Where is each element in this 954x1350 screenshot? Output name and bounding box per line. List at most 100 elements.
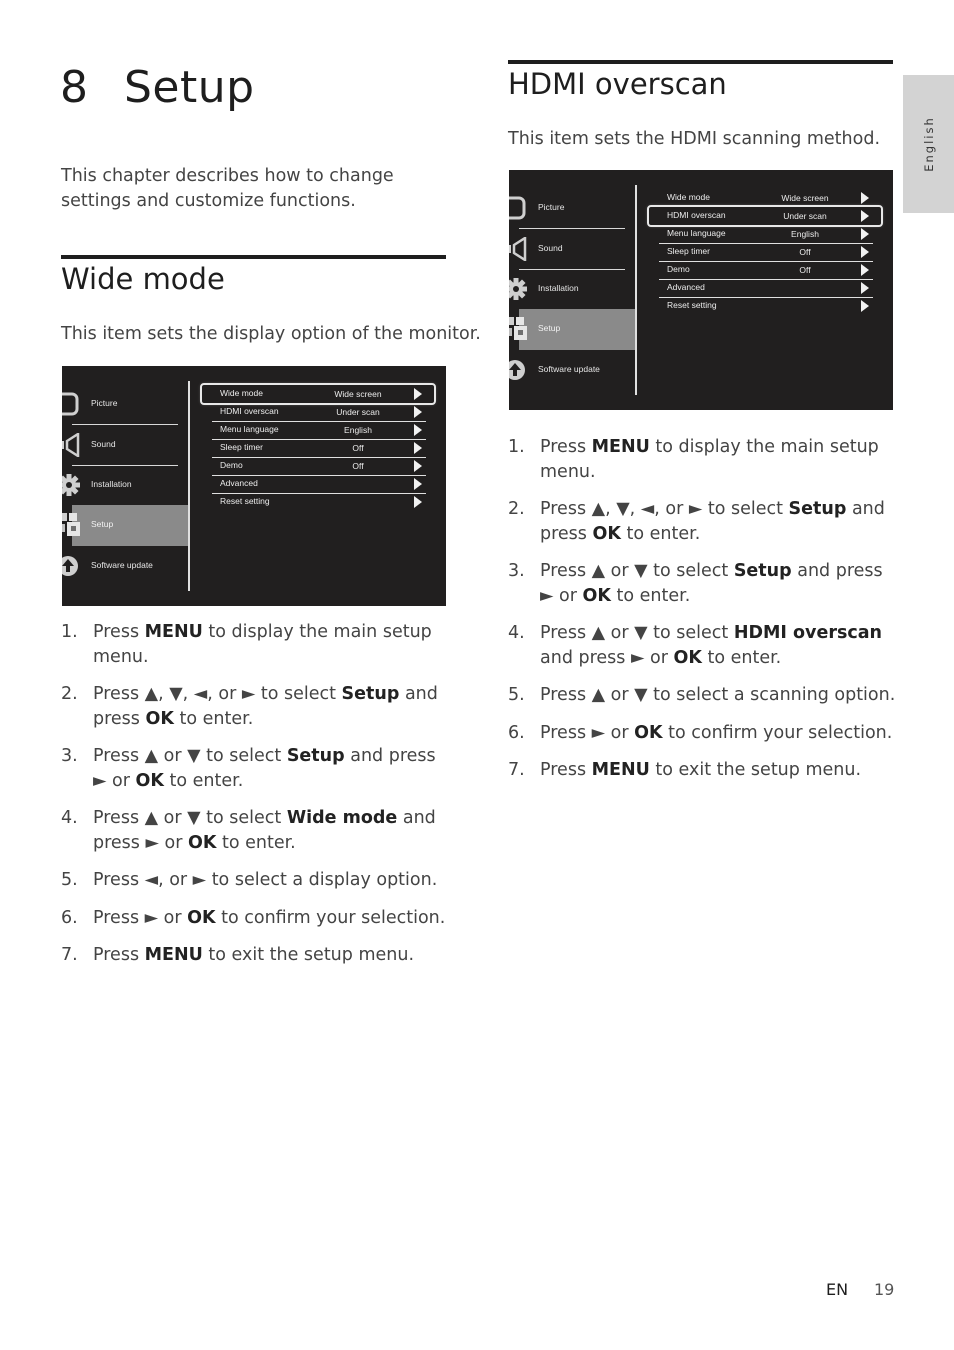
- osd-setting-value: English: [344, 425, 372, 435]
- osd-setting-wide-mode: Wide mode Wide screen: [200, 383, 436, 405]
- step-item: 2. Press ▲, ▼, ◄, or ► to select Setup an…: [508, 499, 885, 544]
- step-number: 5.: [508, 685, 525, 705]
- step-number: 1.: [61, 622, 78, 642]
- section-description-hdmi-overscan: This item sets the HDMI scanning method.: [508, 129, 881, 149]
- speaker-icon: [62, 431, 81, 459]
- osd-setting-wide-mode: Wide mode Wide screen: [659, 189, 873, 207]
- osd-setting-hdmi-overscan: HDMI overscan Under scan: [647, 205, 883, 227]
- step-keyword: OK: [634, 722, 663, 743]
- step-number: 1.: [508, 437, 525, 457]
- osd-setting-name: Advanced: [220, 478, 258, 488]
- step-item: 7. Press MENU to exit the setup menu.: [508, 758, 898, 783]
- step-number: 3.: [508, 561, 525, 581]
- osd-setting-advanced: Advanced: [212, 475, 426, 494]
- osd-setting-name: Sleep timer: [667, 246, 710, 256]
- step-item: 7. Press MENU to exit the setup menu.: [61, 943, 451, 968]
- step-number: 5.: [61, 870, 78, 890]
- osd-setting-name: Demo: [220, 460, 243, 470]
- section-description-wide-mode: This item sets the display option of the…: [61, 324, 481, 344]
- step-number: 4.: [61, 808, 78, 828]
- step-number: 6.: [508, 722, 525, 743]
- step-keyword: MENU: [144, 622, 203, 642]
- osd-category-setup: Setup: [72, 505, 190, 546]
- osd-setting-demo: Demo Off: [212, 457, 426, 476]
- step-number: 7.: [508, 760, 525, 780]
- steps-list-wide-mode: 1. Press MENU to display the main setup m…: [61, 620, 451, 981]
- osd-category-picture: Picture: [62, 384, 190, 425]
- osd-category-label: Software update: [91, 560, 153, 570]
- chevron-right-icon: [861, 210, 869, 222]
- step-number: 2.: [508, 499, 525, 519]
- step-keyword: Setup: [341, 684, 400, 704]
- step-keyword: OK: [187, 832, 217, 853]
- step-keyword: OK: [582, 585, 611, 606]
- osd-category-label: Software update: [538, 364, 600, 374]
- step-keyword: MENU: [591, 437, 650, 457]
- osd-setting-advanced: Advanced: [659, 279, 873, 298]
- chevron-right-icon: [414, 496, 422, 508]
- chevron-right-icon: [414, 460, 422, 472]
- step-number: 2.: [61, 684, 78, 704]
- osd-setting-reset-setting: Reset setting: [212, 493, 426, 511]
- osd-category-label: Picture: [538, 202, 565, 212]
- osd-category-label: Setup: [91, 519, 114, 529]
- osd-setting-name: Demo: [667, 264, 690, 274]
- osd-category-software-update: Software update: [509, 350, 637, 391]
- osd-category-label: Picture: [91, 398, 118, 408]
- osd-setting-value: Wide screen: [781, 193, 829, 203]
- section-rule: [61, 255, 446, 259]
- osd-setting-hdmi-overscan: HDMI overscan Under scan: [212, 403, 426, 422]
- step-number: 7.: [61, 945, 78, 965]
- chapter-title: 8 Setup: [60, 62, 255, 113]
- osd-menu-screenshot-hdmi-overscan: Picture Sound Installation Setup Software up…: [509, 170, 893, 410]
- step-keyword: MENU: [591, 760, 650, 780]
- osd-category-list: Picture Sound Installation Setup Software up…: [62, 366, 190, 606]
- osd-setting-value: Off: [352, 443, 364, 453]
- osd-setting-name: Reset setting: [667, 300, 717, 310]
- update-icon: [62, 554, 81, 578]
- step-item: 2. Press ▲, ▼, ◄, or ► to select Setup an…: [61, 684, 438, 729]
- step-item: 6. Press ► or OK to confirm your selectio…: [61, 906, 451, 931]
- osd-setting-value: Wide screen: [334, 389, 382, 399]
- step-item: 1. Press MENU to display the main setup m…: [508, 437, 879, 482]
- osd-setting-value: Under scan: [336, 407, 380, 417]
- step-keyword: HDMI overscan: [733, 623, 883, 643]
- step-keyword: Setup: [286, 746, 345, 766]
- chevron-right-icon: [414, 388, 422, 400]
- chevron-right-icon: [414, 478, 422, 490]
- osd-category-label: Installation: [91, 479, 132, 489]
- osd-setting-menu-language: Menu language English: [212, 421, 426, 440]
- osd-category-label: Setup: [538, 323, 561, 333]
- language-tab-label: English: [921, 116, 936, 172]
- step-number: 6.: [61, 907, 78, 928]
- chapter-number: 8: [60, 62, 89, 113]
- step-keyword: MENU: [144, 945, 203, 965]
- step-keyword: OK: [592, 523, 621, 544]
- footer-language: EN: [826, 1280, 849, 1299]
- step-item: 1. Press MENU to display the main setup m…: [61, 622, 432, 667]
- gear-icon: [62, 473, 81, 497]
- section-title-hdmi-overscan: HDMI overscan: [508, 67, 727, 101]
- chapter-title-text: Setup: [124, 62, 255, 113]
- step-item: 3. Press ▲ or ▼ to select Setup and press…: [61, 746, 436, 791]
- chevron-right-icon: [861, 282, 869, 294]
- setup-icon: [509, 317, 528, 341]
- step-item: 3. Press ▲ or ▼ to select Setup and press…: [508, 561, 883, 606]
- osd-setting-reset-setting: Reset setting: [659, 297, 873, 315]
- step-keyword: Wide mode: [286, 808, 398, 828]
- section-title-wide-mode: Wide mode: [61, 262, 225, 296]
- osd-column-divider: [188, 381, 190, 591]
- osd-category-setup: Setup: [519, 309, 637, 350]
- chevron-right-icon: [861, 300, 869, 312]
- osd-setting-name: Sleep timer: [220, 442, 263, 452]
- chevron-right-icon: [861, 246, 869, 258]
- gear-icon: [509, 277, 528, 301]
- setup-icon: [62, 513, 81, 537]
- step-item: 4. Press ▲ or ▼ to select Wide mode and p…: [61, 808, 436, 853]
- osd-setting-value: Under scan: [783, 211, 827, 221]
- osd-category-installation: Installation: [62, 465, 190, 506]
- osd-setting-value: Off: [799, 265, 811, 275]
- step-keyword: Setup: [733, 561, 792, 581]
- update-icon: [509, 358, 528, 382]
- step-number: 4.: [508, 623, 525, 643]
